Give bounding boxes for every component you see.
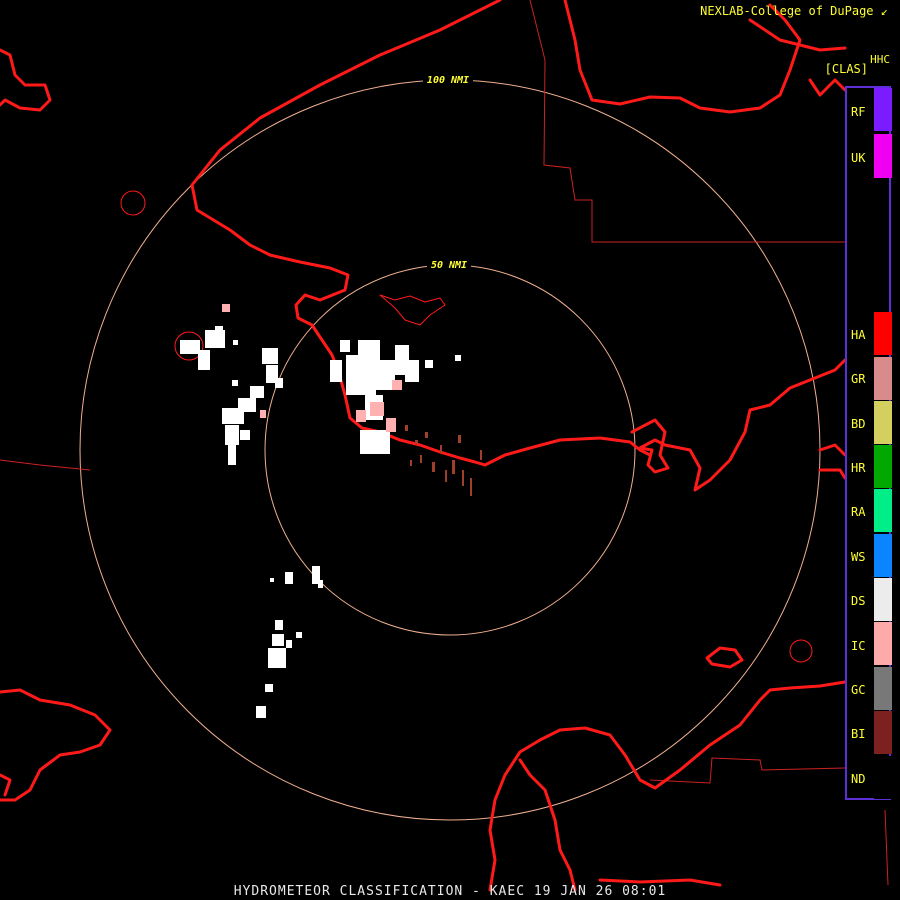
legend-swatch-uk: [874, 134, 892, 178]
range-ring-100: [79, 79, 821, 821]
credit-text: NEXLAB-College of DuPage: [700, 4, 874, 18]
legend-label-ic: IC: [851, 639, 866, 653]
state-boundaries: [0, 0, 889, 886]
coastlines: [0, 0, 847, 892]
legend-swatch-hr: [874, 445, 892, 488]
legend-swatch-ic: [874, 622, 892, 665]
legend-label-hr: HR: [851, 461, 866, 475]
legend-swatch-bi: [874, 711, 892, 754]
legend-label-gr: GR: [851, 372, 866, 386]
legend-swatch-ra: [874, 489, 892, 532]
radar-display: 50 NMI 100 NMI NEXLAB-College of DuPage …: [0, 0, 900, 900]
legend-swatch-ws: [874, 534, 892, 577]
range-rings: [79, 79, 821, 821]
legend-label-ws: WS: [851, 550, 866, 564]
legend-swatch-ds: [874, 578, 892, 621]
credit-label: NEXLAB-College of DuPage ↙: [700, 4, 888, 18]
arrow-corner-icon[interactable]: ↙: [881, 4, 888, 18]
product-class: [CLAS]: [824, 62, 868, 76]
legend-swatch-bd: [874, 401, 892, 444]
legend-label-ra: RA: [851, 505, 866, 519]
legend-swatch-ha: [874, 312, 892, 355]
legend-label-ds: DS: [851, 594, 866, 608]
radar-map[interactable]: 50 NMI 100 NMI: [0, 0, 900, 900]
legend-label-nd: ND: [851, 772, 866, 786]
legend-swatch-gr: [874, 357, 892, 400]
legend-swatch-rf: [874, 88, 892, 131]
legend-swatch-gc: [874, 667, 892, 710]
legend-label-ha: HA: [851, 328, 866, 342]
legend-swatch-nd: [874, 756, 892, 799]
product-code: HHC: [870, 53, 890, 66]
ring-label-100: 100 NMI: [427, 75, 469, 86]
range-ring-50: [264, 264, 636, 636]
product-title: HYDROMETEOR CLASSIFICATION - KAEC 19 JAN…: [233, 884, 667, 899]
ring-labels: 50 NMI 100 NMI: [423, 73, 473, 271]
legend-label-rf: RF: [851, 105, 866, 119]
ring-label-50: 50 NMI: [431, 260, 467, 271]
legend-label-bd: BD: [851, 417, 866, 431]
legend-label-uk: UK: [851, 151, 866, 165]
echoes-dry-snow: [180, 326, 461, 718]
legend-label-bi: BI: [851, 727, 866, 741]
legend-label-gc: GC: [851, 683, 866, 697]
